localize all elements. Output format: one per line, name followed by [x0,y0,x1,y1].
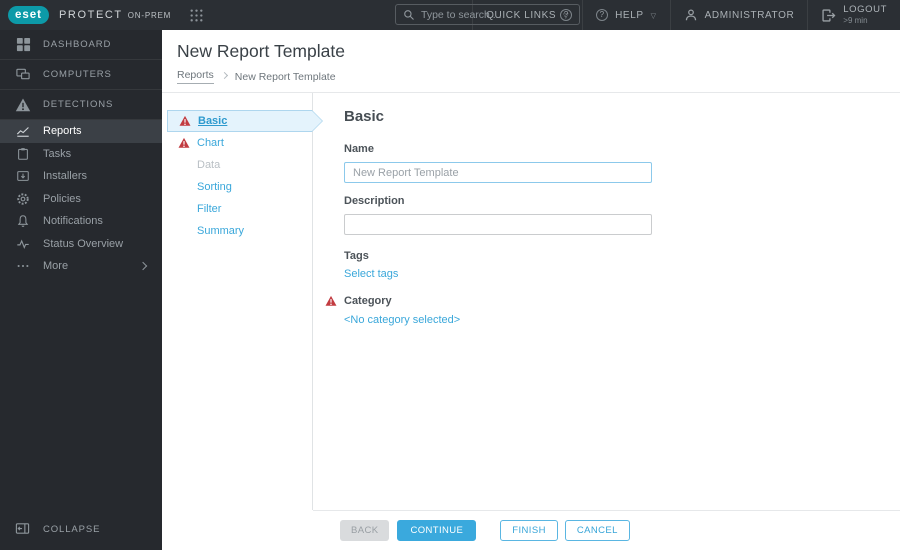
wizard-step-label: Chart [197,137,224,149]
wizard-step-chart[interactable]: Chart [167,132,312,154]
help-label: HELP [615,9,644,21]
reports-icon [15,123,31,139]
detections-icon [15,97,31,113]
category-select-link[interactable]: <No category selected> [344,314,460,326]
wizard-form: Basic Name Description Tags Select tags … [313,93,900,510]
sidebar-collapse-button[interactable]: COLLAPSE [0,517,162,541]
tasks-icon [15,146,31,162]
notifications-icon [15,213,31,229]
computers-icon [15,67,31,83]
breadcrumb: Reports New Report Template [177,69,900,84]
breadcrumb-link-reports[interactable]: Reports [177,69,214,84]
section-heading: Basic [344,108,385,125]
page-header: New Report Template Reports New Report T… [162,30,900,93]
sidebar-item-label: More [43,260,69,273]
chevron-right-icon [138,262,148,271]
apps-grid-icon[interactable] [189,8,204,23]
wizard-step-label: Basic [198,115,228,127]
sidebar-item-dashboard[interactable]: DASHBOARD [0,30,162,60]
back-button: BACK [340,520,390,541]
sidebar-item-label: Notifications [43,215,103,228]
warning-icon [325,295,337,307]
icon-spacer [178,159,190,171]
name-field[interactable] [344,162,652,183]
cancel-button[interactable]: CANCEL [564,520,630,541]
help-icon: ? [596,9,609,21]
sidebar-item-status-overview[interactable]: Status Overview [0,233,162,256]
sidebar-item-label: Reports [43,125,82,138]
user-label: ADMINISTRATOR [704,9,795,21]
chevron-right-icon [220,71,228,80]
wizard-footer: BACK CONTINUE FINISH CANCEL [313,510,900,550]
chevron-down-icon: ▽ [650,12,657,20]
search-help-icon[interactable]: ? [560,8,572,21]
installers-icon [15,168,31,184]
wizard-step-summary[interactable]: Summary [167,220,312,242]
wizard-step-label: Data [197,159,221,171]
page-title: New Report Template [177,41,345,61]
sidebar-item-tasks[interactable]: Tasks [0,143,162,166]
name-label: Name [344,143,374,155]
product-name: PROTECT [59,9,123,21]
sidebar-item-installers[interactable]: Installers [0,165,162,188]
search-input[interactable] [421,8,554,21]
logout-icon [821,8,836,23]
sidebar-item-reports[interactable]: Reports [0,120,162,143]
sidebar-item-more[interactable]: More [0,255,162,278]
finish-button[interactable]: FINISH [500,520,558,541]
icon-spacer [178,203,190,215]
wizard-step-label: Sorting [197,181,232,193]
sidebar-item-computers[interactable]: COMPUTERS [0,60,162,90]
sidebar-item-label: Status Overview [43,237,124,250]
warning-icon [178,137,190,149]
wizard-step-data: Data [167,154,312,176]
wizard-step-label: Summary [197,225,245,237]
main-content: New Report Template Reports New Report T… [162,30,900,550]
logout-label: LOGOUT [843,4,887,16]
sidebar: DASHBOARD COMPUTERS DETECTIONS Reports T… [0,30,162,550]
sidebar-item-label: Tasks [43,147,72,160]
global-search: ? [395,4,580,25]
sidebar-item-label: Policies [43,192,81,205]
sidebar-item-policies[interactable]: Policies [0,188,162,211]
status-overview-icon [15,236,31,252]
wizard-step-filter[interactable]: Filter [167,198,312,220]
dashboard-icon [15,37,31,53]
wizard-nav: Basic Chart Data Sorting Filter Summary [162,93,323,510]
wizard-step-label: Filter [197,203,222,215]
user-icon [684,8,698,22]
select-tags-link[interactable]: Select tags [344,268,398,280]
description-label: Description [344,195,405,207]
product-edition: ON-PREM [127,11,172,20]
tags-label: Tags [344,250,369,262]
category-label: Category [344,295,392,307]
category-row: Category [325,295,900,307]
icon-spacer [178,181,190,193]
policies-icon [15,191,31,207]
search-icon [403,9,415,21]
eset-logo[interactable]: eset [8,6,49,24]
top-header: eset PROTECT ON-PREM ? QUICK LINKS ▽ ? H… [0,0,900,30]
wizard-step-basic[interactable]: Basic [167,110,323,132]
sidebar-item-label: DASHBOARD [43,39,112,50]
description-field[interactable] [344,214,652,235]
wizard-step-sorting[interactable]: Sorting [167,176,312,198]
more-icon [15,258,31,274]
warning-icon [179,115,191,127]
continue-button[interactable]: CONTINUE [397,520,477,541]
breadcrumb-current: New Report Template [234,70,336,83]
collapse-icon [15,521,31,537]
sidebar-item-notifications[interactable]: Notifications [0,210,162,233]
collapse-label: COLLAPSE [43,523,101,535]
icon-spacer [178,225,190,237]
help-menu[interactable]: ? HELP ▽ [582,0,670,30]
user-menu[interactable]: ADMINISTRATOR [669,0,808,30]
logout-timeout: >9 min [843,15,868,25]
logout-button[interactable]: LOGOUT >9 min [807,0,900,30]
sidebar-item-label: COMPUTERS [43,69,112,80]
sidebar-item-label: DETECTIONS [43,99,114,110]
sidebar-item-detections[interactable]: DETECTIONS [0,90,162,120]
sidebar-item-label: Installers [43,170,88,183]
